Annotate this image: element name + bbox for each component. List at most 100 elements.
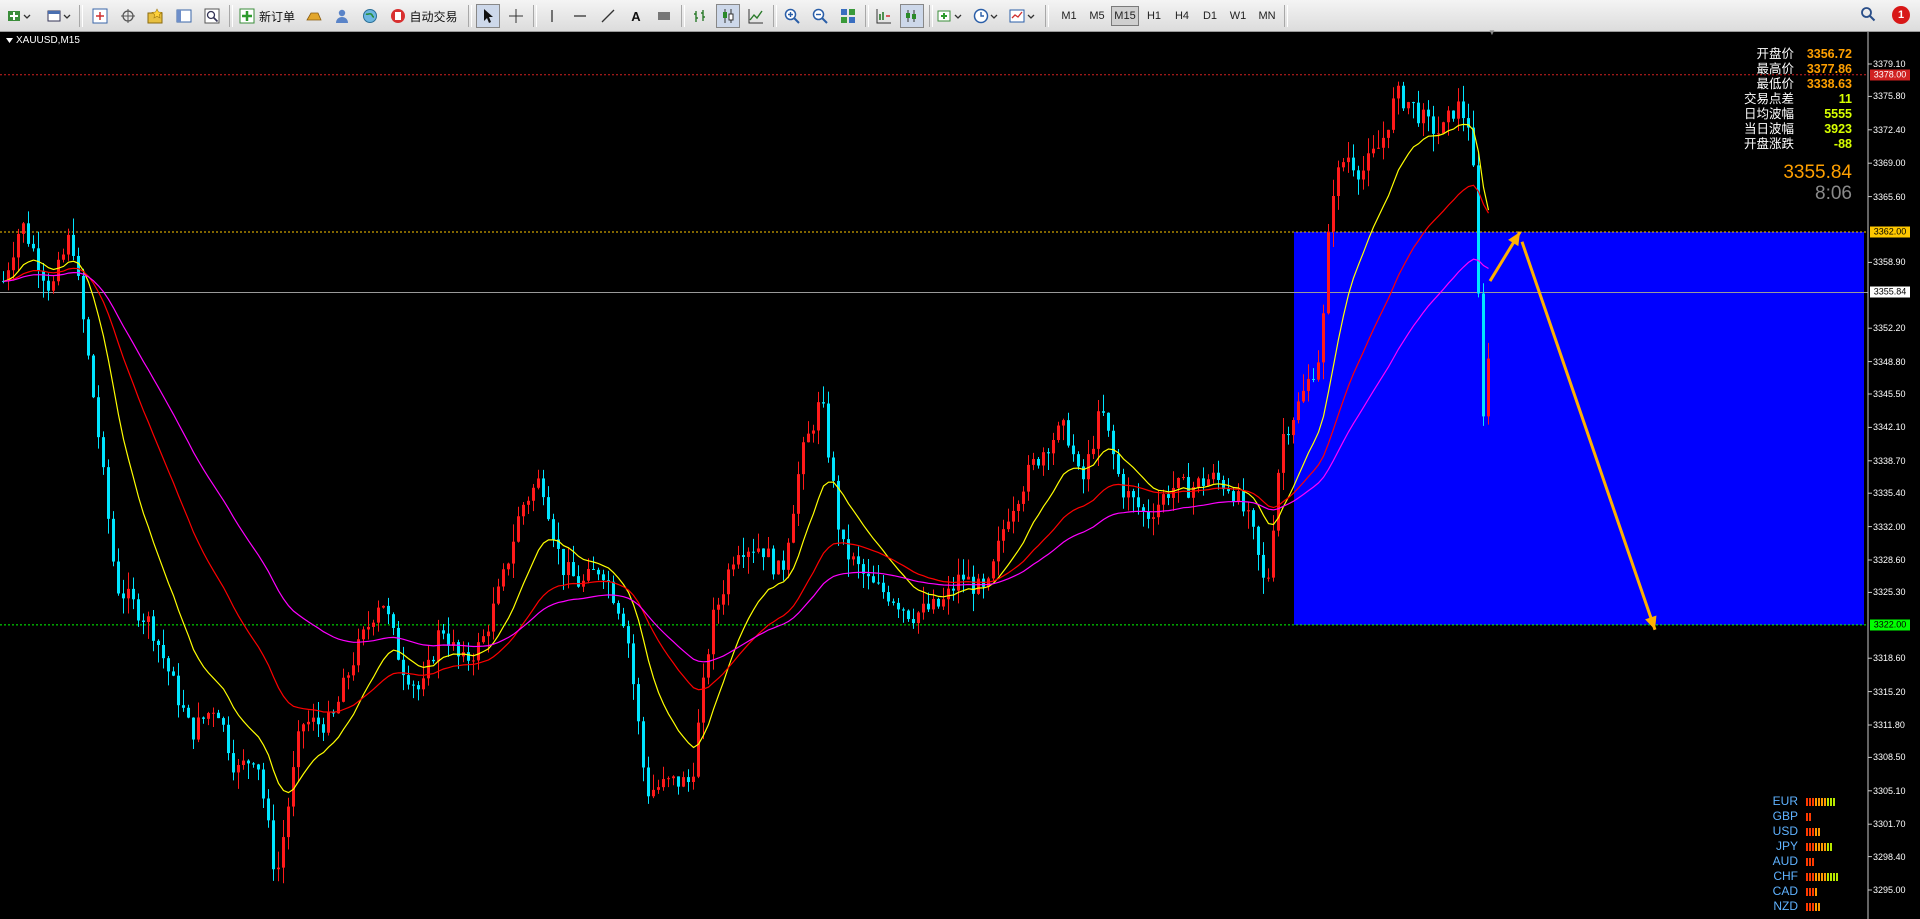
chart-shift-button[interactable]: [900, 4, 924, 28]
candle-body: [427, 659, 430, 679]
candle-body: [1237, 491, 1240, 502]
price-chart[interactable]: [0, 32, 1920, 919]
line-chart-icon: [748, 9, 763, 24]
auto-trading-button[interactable]: 自动交易: [388, 4, 460, 28]
indicators-button[interactable]: [936, 4, 966, 28]
candle-body: [1367, 153, 1370, 171]
candle-body: [1067, 420, 1070, 446]
candle-body: [47, 280, 50, 291]
candle-body: [172, 671, 175, 676]
candle-body: [162, 644, 165, 659]
trendline-icon: [601, 9, 615, 23]
timeframe-m5[interactable]: M5: [1085, 6, 1109, 26]
candle-body: [902, 609, 905, 611]
candle-body: [1277, 472, 1280, 531]
strength-bar: [1812, 827, 1814, 836]
zoom-in-button[interactable]: [780, 4, 804, 28]
strength-bar: [1812, 902, 1814, 911]
navigator-button[interactable]: [116, 4, 140, 28]
candle-body: [342, 677, 345, 702]
candle-body: [1027, 464, 1030, 492]
profiles-button[interactable]: [44, 4, 74, 28]
notification-badge[interactable]: 1: [1892, 6, 1910, 24]
tile-windows-button[interactable]: [836, 4, 860, 28]
candle-body: [857, 556, 860, 565]
candle-body: [992, 561, 995, 579]
terminal-button[interactable]: [172, 4, 196, 28]
favorites-button[interactable]: [144, 4, 168, 28]
price-scale-label: 3338.70: [1873, 455, 1906, 466]
gold-button[interactable]: [302, 4, 326, 28]
chart-shift-icon: [906, 10, 916, 22]
timeframe-m15[interactable]: M15: [1111, 6, 1139, 26]
currency-strength-row: EUR: [1768, 794, 1838, 809]
candle-body: [567, 562, 570, 576]
gold-bars-icon: [306, 12, 322, 21]
zoom-out-button[interactable]: [808, 4, 832, 28]
symbol-title-text: XAUUSD,M15: [16, 35, 80, 46]
price-scale-label: 3372.40: [1873, 124, 1906, 135]
new-order-button[interactable]: 新订单: [236, 4, 298, 28]
candle-body: [1307, 378, 1310, 391]
crosshair-icon: [509, 9, 523, 23]
timeframe-d1[interactable]: D1: [1198, 6, 1222, 26]
timeframe-m1[interactable]: M1: [1057, 6, 1081, 26]
timeframe-mn[interactable]: MN: [1254, 6, 1280, 26]
chart-window[interactable]: XAUUSD,M15 开盘价 3356.72 最高价 3377.86 最低价 3338…: [0, 32, 1920, 919]
candle-body: [1212, 472, 1215, 480]
candle-body: [537, 478, 540, 488]
timeframe-h1[interactable]: H1: [1142, 6, 1166, 26]
candle-body: [897, 602, 900, 610]
candle-body: [752, 551, 755, 553]
candle-body: [937, 598, 940, 607]
candle-body: [1417, 102, 1420, 124]
window-restore-icon[interactable]: ▼: [1488, 28, 1496, 37]
cursor-tool-button[interactable]: [476, 4, 500, 28]
candle-body: [57, 259, 60, 282]
signals-button[interactable]: [358, 4, 382, 28]
candle-body: [42, 270, 45, 281]
label-tool-button[interactable]: [652, 4, 676, 28]
currency-strength-bars: [1806, 902, 1820, 911]
strength-bar: [1818, 902, 1820, 911]
bar-chart-button[interactable]: [688, 4, 712, 28]
periods-button[interactable]: [972, 4, 1002, 28]
strength-bar: [1815, 902, 1817, 911]
strategy-tester-button[interactable]: [200, 4, 224, 28]
search-button[interactable]: [1860, 6, 1876, 26]
strength-bar: [1830, 842, 1832, 851]
timeframe-w1[interactable]: W1: [1226, 6, 1250, 26]
candle-body: [82, 275, 85, 320]
candle-body: [507, 563, 510, 570]
text-tool-button[interactable]: A: [624, 4, 648, 28]
timeframe-h4[interactable]: H4: [1170, 6, 1194, 26]
line-chart-button[interactable]: [744, 4, 768, 28]
candle-body: [912, 619, 915, 624]
strength-bar: [1821, 797, 1823, 806]
info-row-high: 最高价 3377.86: [1744, 62, 1852, 77]
candle-body: [527, 500, 530, 505]
candle-body: [1052, 439, 1055, 454]
candle-body: [227, 724, 230, 754]
candlestick-button[interactable]: [716, 4, 740, 28]
info-label: 开盘涨跌: [1743, 137, 1794, 151]
account-button[interactable]: [330, 4, 354, 28]
vertical-line-button[interactable]: [540, 4, 564, 28]
new-order-icon: [239, 8, 255, 24]
crosshair-tool-button[interactable]: [504, 4, 528, 28]
candle-body: [67, 234, 70, 255]
candle-body: [222, 718, 225, 725]
template-icon: [1009, 9, 1035, 23]
price-scale-label: 3318.60: [1873, 653, 1906, 664]
candle-body: [27, 223, 30, 244]
new-chart-button[interactable]: [4, 4, 34, 28]
candle-body: [472, 660, 475, 662]
templates-button[interactable]: [1008, 4, 1038, 28]
trendline-button[interactable]: [596, 4, 620, 28]
strength-bar: [1806, 902, 1808, 911]
market-watch-button[interactable]: [88, 4, 112, 28]
auto-scroll-button[interactable]: [872, 4, 896, 28]
price-scale-label: 3335.40: [1873, 488, 1906, 499]
horizontal-line-button[interactable]: [568, 4, 592, 28]
candle-body: [622, 613, 625, 627]
